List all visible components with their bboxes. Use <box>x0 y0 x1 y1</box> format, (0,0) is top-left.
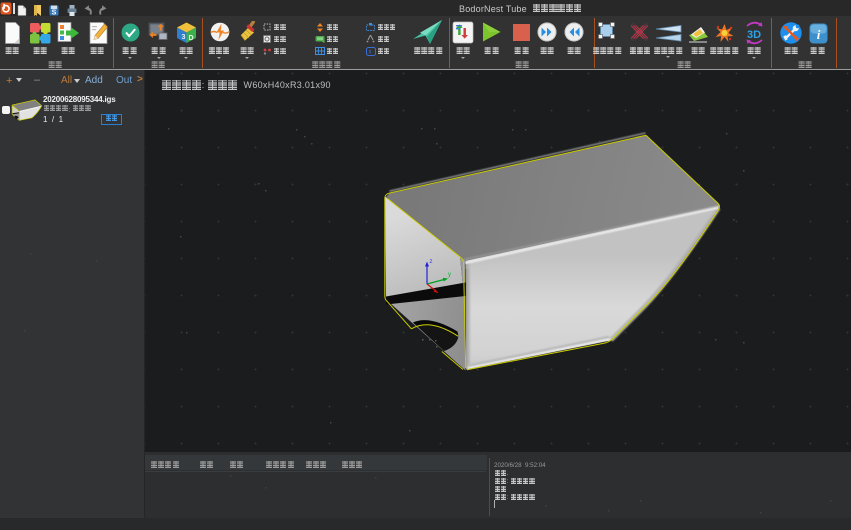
svg-text:y: y <box>448 272 451 278</box>
svg-text:z: z <box>430 259 433 265</box>
